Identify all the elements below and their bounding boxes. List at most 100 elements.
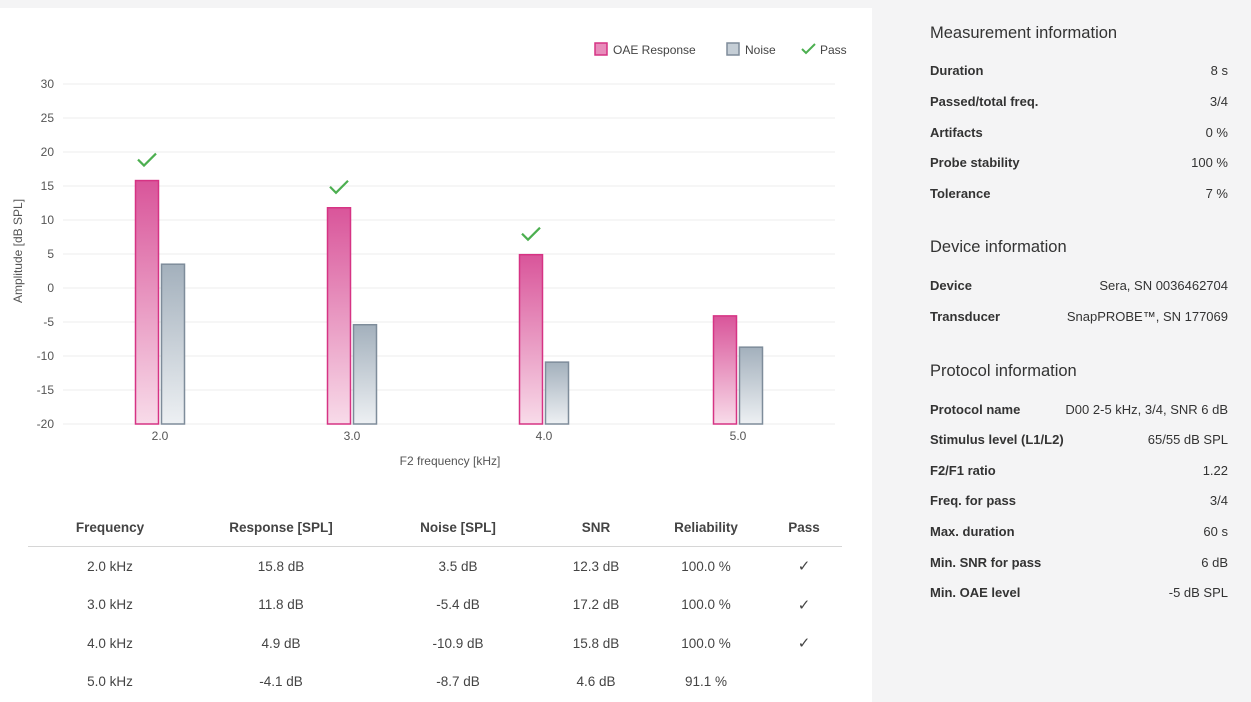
- cell-reliability: 91.1 %: [684, 674, 728, 690]
- info-key: Transducer: [930, 309, 1001, 324]
- oae-bar-chart: 30 25 20 15 10 5 0 -5 -10 -15 -20 2.0 3.0 4.0 5.0 F2 …: [11, 42, 847, 468]
- info-row-min-oae-level: Min. OAE level -5 dB SPL: [930, 585, 1228, 605]
- results-table: Frequency Response [SPL] Noise [SPL] SNR…: [28, 508, 842, 701]
- info-value: 3/4: [1209, 94, 1228, 109]
- info-key: Probe stability: [930, 155, 1020, 170]
- y-tick-label: 10: [41, 213, 55, 227]
- legend-noise-label: Noise: [745, 43, 776, 57]
- cell-noise: -8.7 dB: [436, 674, 480, 690]
- info-value: Sera, SN 0036462704: [1099, 278, 1228, 293]
- info-row-tolerance: Tolerance 7 %: [930, 186, 1228, 206]
- y-tick-label: -10: [37, 349, 55, 363]
- results-table-header: Frequency Response [SPL] Noise [SPL] SNR…: [28, 508, 842, 547]
- info-key: Max. duration: [930, 524, 1015, 539]
- info-value: 7 %: [1205, 186, 1228, 201]
- info-key: Protocol name: [930, 402, 1021, 417]
- y-tick-label: -20: [37, 417, 55, 431]
- pass-check-icon: [521, 226, 541, 242]
- info-row-protocol-name: Protocol name D00 2-5 kHz, 3/4, SNR 6 dB: [930, 402, 1228, 422]
- info-row-device: Device Sera, SN 0036462704: [930, 278, 1228, 298]
- x-tick-label: 2.0: [152, 429, 169, 443]
- cell-noise: 3.5 dB: [438, 558, 478, 574]
- info-value: 65/55 dB SPL: [1147, 432, 1228, 447]
- cell-frequency: 3.0 kHz: [87, 597, 133, 613]
- info-panel: Measurement information Duration 8 s Pas…: [877, 8, 1251, 702]
- info-row-max-duration: Max. duration 60 s: [930, 524, 1228, 544]
- y-tick-label: 20: [41, 145, 55, 159]
- legend-pass-check-icon: [801, 43, 816, 55]
- table-row: 2.0 kHz 15.8 dB 3.5 dB 12.3 dB 100.0 % ✓: [28, 547, 842, 586]
- info-key: Passed/total freq.: [930, 94, 1039, 109]
- table-row: 3.0 kHz 11.8 dB -5.4 dB 17.2 dB 100.0 % …: [28, 586, 842, 625]
- chart-legend: OAE Response Noise Pass: [594, 42, 847, 57]
- info-value: 3/4: [1209, 493, 1228, 508]
- info-value: D00 2-5 kHz, 3/4, SNR 6 dB: [1065, 402, 1228, 417]
- info-value: SnapPROBE™, SN 177069: [1066, 309, 1228, 324]
- cell-pass-check-icon: ✓: [797, 596, 811, 614]
- header-snr: SNR: [546, 508, 646, 547]
- measurement-info-title: Measurement information: [930, 24, 1118, 42]
- cell-noise: -5.4 dB: [436, 597, 480, 613]
- noise-bar: [544, 361, 570, 425]
- table-row: 5.0 kHz -4.1 dB -8.7 dB 4.6 dB 91.1 %: [28, 663, 842, 702]
- cell-response: 11.8 dB: [258, 597, 304, 613]
- y-axis-ticks: 30 25 20 15 10 5 0 -5 -10 -15 -20: [37, 77, 55, 431]
- cell-reliability: 100.0 %: [681, 597, 731, 613]
- info-row-duration: Duration 8 s: [930, 63, 1228, 83]
- y-axis-title: Amplitude [dB SPL]: [11, 199, 25, 303]
- legend-response-swatch: [594, 42, 608, 56]
- info-value: 0 %: [1205, 125, 1228, 140]
- y-tick-label: 5: [47, 247, 54, 261]
- info-key: F2/F1 ratio: [930, 463, 996, 478]
- x-tick-label: 5.0: [730, 429, 747, 443]
- info-key: Tolerance: [930, 186, 991, 201]
- y-tick-label: 15: [41, 179, 55, 193]
- cell-frequency: 4.0 kHz: [87, 635, 133, 651]
- y-tick-label: -5: [43, 315, 54, 329]
- response-bar: [712, 315, 738, 425]
- cell-response: -4.1 dB: [259, 674, 303, 690]
- legend-pass-label: Pass: [820, 43, 847, 57]
- legend-response-label: OAE Response: [613, 43, 696, 57]
- cell-frequency: 5.0 kHz: [87, 674, 133, 690]
- cell-pass-check-icon: ✓: [797, 635, 811, 653]
- header-response: Response [SPL]: [192, 508, 370, 547]
- info-key: Freq. for pass: [930, 493, 1016, 508]
- info-value: -5 dB SPL: [1168, 585, 1228, 600]
- info-key: Min. SNR for pass: [930, 555, 1042, 570]
- info-row-freq-for-pass: Freq. for pass 3/4: [930, 493, 1228, 513]
- info-value: 6 dB: [1201, 555, 1228, 570]
- x-tick-label: 3.0: [344, 429, 361, 443]
- info-key: Artifacts: [930, 125, 983, 140]
- cell-reliability: 100.0 %: [681, 635, 731, 651]
- info-key: Device: [930, 278, 972, 293]
- info-row-probe-stability: Probe stability 100 %: [930, 155, 1228, 175]
- cell-pass-check-icon: ✓: [797, 558, 811, 576]
- info-row-stimulus-level: Stimulus level (L1/L2) 65/55 dB SPL: [930, 432, 1228, 452]
- table-row: 4.0 kHz 4.9 dB -10.9 dB 15.8 dB 100.0 % …: [28, 624, 842, 663]
- info-value: 60 s: [1203, 524, 1228, 539]
- cell-pass-check-icon: [766, 663, 842, 702]
- x-axis-ticks: 2.0 3.0 4.0 5.0: [152, 429, 747, 443]
- results-panel: 30 25 20 15 10 5 0 -5 -10 -15 -20 2.0 3.0 4.0 5.0 F2 …: [0, 8, 872, 702]
- header-noise: Noise [SPL]: [370, 508, 546, 547]
- info-value: 1.22: [1202, 463, 1228, 478]
- x-tick-label: 4.0: [536, 429, 553, 443]
- noise-bar: [160, 263, 186, 425]
- info-value: 8 s: [1210, 63, 1228, 78]
- cell-reliability: 100.0 %: [681, 558, 731, 574]
- info-row-f2f1-ratio: F2/F1 ratio 1.22: [930, 463, 1228, 483]
- response-bar: [518, 253, 544, 425]
- info-row-min-snr: Min. SNR for pass 6 dB: [930, 555, 1228, 575]
- cell-snr: 15.8 dB: [572, 635, 620, 651]
- noise-bar: [352, 323, 378, 425]
- cell-snr: 17.2 dB: [572, 597, 620, 613]
- response-bar: [134, 179, 160, 425]
- y-tick-label: 30: [41, 77, 55, 91]
- cell-response: 4.9 dB: [261, 635, 301, 651]
- info-key: Stimulus level (L1/L2): [930, 432, 1064, 447]
- info-row-transducer: Transducer SnapPROBE™, SN 177069: [930, 309, 1228, 329]
- y-tick-label: -15: [37, 383, 55, 397]
- header-frequency: Frequency: [28, 508, 192, 547]
- cell-frequency: 2.0 kHz: [87, 558, 133, 574]
